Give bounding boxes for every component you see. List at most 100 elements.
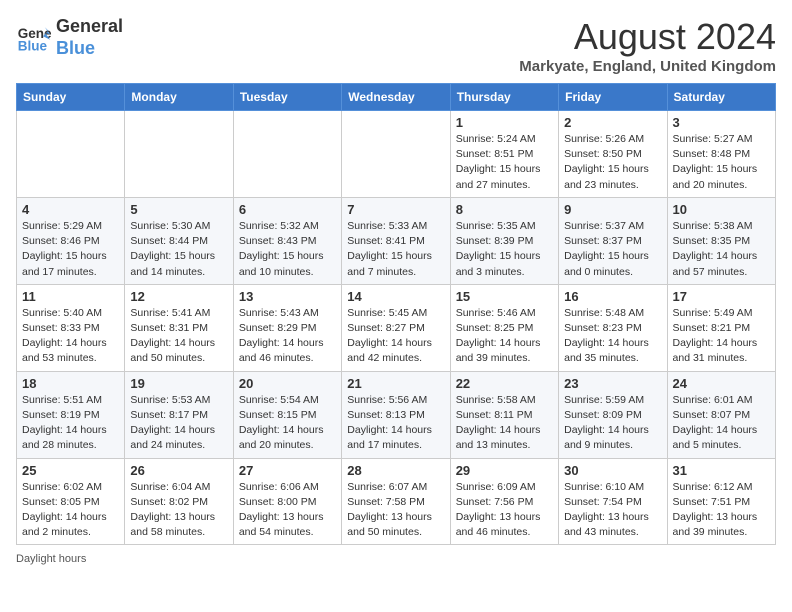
calendar-cell: 14 Sunrise: 5:45 AM Sunset: 8:27 PM Dayli… xyxy=(342,284,450,371)
day-number: 10 xyxy=(673,202,770,217)
day-detail: Sunrise: 5:49 AM Sunset: 8:21 PM Dayligh… xyxy=(673,306,770,367)
calendar-week-0: 1 Sunrise: 5:24 AM Sunset: 8:51 PM Daylig… xyxy=(17,111,776,198)
calendar-col-saturday: Saturday xyxy=(667,84,775,111)
day-number: 6 xyxy=(239,202,336,217)
day-detail: Sunrise: 5:38 AM Sunset: 8:35 PM Dayligh… xyxy=(673,219,770,280)
day-number: 1 xyxy=(456,115,553,130)
day-number: 18 xyxy=(22,376,119,391)
day-number: 15 xyxy=(456,289,553,304)
day-number: 13 xyxy=(239,289,336,304)
calendar-cell: 28Sunrise: 6:07 AM Sunset: 7:58 PM Dayli… xyxy=(342,458,450,545)
day-number: 12 xyxy=(130,289,227,304)
calendar-cell: 3 Sunrise: 5:27 AM Sunset: 8:48 PM Daylig… xyxy=(667,111,775,198)
day-detail: Sunrise: 5:51 AM Sunset: 8:19 PM Dayligh… xyxy=(22,393,119,454)
title-block: August 2024 Markyate, England, United Ki… xyxy=(519,16,776,75)
calendar-col-thursday: Thursday xyxy=(450,84,558,111)
calendar-cell: 24 Sunrise: 6:01 AM Sunset: 8:07 PM Dayli… xyxy=(667,371,775,458)
calendar-col-sunday: Sunday xyxy=(17,84,125,111)
location-subtitle: Markyate, England, United Kingdom xyxy=(519,58,776,75)
calendar-cell: 1 Sunrise: 5:24 AM Sunset: 8:51 PM Daylig… xyxy=(450,111,558,198)
calendar-cell: 10 Sunrise: 5:38 AM Sunset: 8:35 PM Dayli… xyxy=(667,197,775,284)
day-detail: Sunrise: 5:29 AM Sunset: 8:46 PM Dayligh… xyxy=(22,219,119,280)
day-detail: Sunrise: 5:43 AM Sunset: 8:29 PM Dayligh… xyxy=(239,306,336,367)
calendar-cell: 27 Sunrise: 6:06 AM Sunset: 8:00 PM Dayli… xyxy=(233,458,341,545)
calendar-cell xyxy=(233,111,341,198)
day-detail: Sunrise: 5:33 AM Sunset: 8:41 PM Dayligh… xyxy=(347,219,444,280)
calendar-cell: 17 Sunrise: 5:49 AM Sunset: 8:21 PM Dayli… xyxy=(667,284,775,371)
day-number: 9 xyxy=(564,202,661,217)
day-number: 7 xyxy=(347,202,444,217)
day-number: 25 xyxy=(22,463,119,478)
calendar-cell xyxy=(17,111,125,198)
day-detail: Sunrise: 5:24 AM Sunset: 8:51 PM Dayligh… xyxy=(456,132,553,193)
calendar-cell: 31 Sunrise: 6:12 AM Sunset: 7:51 PM Dayli… xyxy=(667,458,775,545)
calendar-cell: 8Sunrise: 5:35 AM Sunset: 8:39 PM Daylig… xyxy=(450,197,558,284)
calendar-cell: 16 Sunrise: 5:48 AM Sunset: 8:23 PM Dayli… xyxy=(559,284,667,371)
day-number: 3 xyxy=(673,115,770,130)
day-number: 14 xyxy=(347,289,444,304)
calendar-cell: 12Sunrise: 5:41 AM Sunset: 8:31 PM Dayli… xyxy=(125,284,233,371)
day-number: 31 xyxy=(673,463,770,478)
day-detail: Sunrise: 5:26 AM Sunset: 8:50 PM Dayligh… xyxy=(564,132,661,193)
day-number: 16 xyxy=(564,289,661,304)
calendar-cell: 4Sunrise: 5:29 AM Sunset: 8:46 PM Daylig… xyxy=(17,197,125,284)
footer: Daylight hours xyxy=(16,553,776,565)
calendar-cell: 25Sunrise: 6:02 AM Sunset: 8:05 PM Dayli… xyxy=(17,458,125,545)
calendar-cell: 13 Sunrise: 5:43 AM Sunset: 8:29 PM Dayli… xyxy=(233,284,341,371)
calendar-cell: 19 Sunrise: 5:53 AM Sunset: 8:17 PM Dayli… xyxy=(125,371,233,458)
day-detail: Sunrise: 5:32 AM Sunset: 8:43 PM Dayligh… xyxy=(239,219,336,280)
calendar-cell: 23 Sunrise: 5:59 AM Sunset: 8:09 PM Dayli… xyxy=(559,371,667,458)
day-number: 24 xyxy=(673,376,770,391)
day-number: 2 xyxy=(564,115,661,130)
day-detail: Sunrise: 5:59 AM Sunset: 8:09 PM Dayligh… xyxy=(564,393,661,454)
svg-text:Blue: Blue xyxy=(18,38,48,53)
day-number: 27 xyxy=(239,463,336,478)
day-detail: Sunrise: 5:27 AM Sunset: 8:48 PM Dayligh… xyxy=(673,132,770,193)
day-number: 22 xyxy=(456,376,553,391)
calendar-cell xyxy=(342,111,450,198)
day-detail: Sunrise: 5:46 AM Sunset: 8:25 PM Dayligh… xyxy=(456,306,553,367)
day-detail: Sunrise: 6:06 AM Sunset: 8:00 PM Dayligh… xyxy=(239,480,336,541)
calendar-cell: 7 Sunrise: 5:33 AM Sunset: 8:41 PM Daylig… xyxy=(342,197,450,284)
day-detail: Sunrise: 5:48 AM Sunset: 8:23 PM Dayligh… xyxy=(564,306,661,367)
day-detail: Sunrise: 6:12 AM Sunset: 7:51 PM Dayligh… xyxy=(673,480,770,541)
day-detail: Sunrise: 6:01 AM Sunset: 8:07 PM Dayligh… xyxy=(673,393,770,454)
day-number: 19 xyxy=(130,376,227,391)
day-detail: Sunrise: 6:09 AM Sunset: 7:56 PM Dayligh… xyxy=(456,480,553,541)
day-detail: Sunrise: 6:07 AM Sunset: 7:58 PM Dayligh… xyxy=(347,480,444,541)
calendar-cell xyxy=(125,111,233,198)
footer-text: Daylight hours xyxy=(16,553,86,565)
day-number: 11 xyxy=(22,289,119,304)
day-detail: Sunrise: 5:56 AM Sunset: 8:13 PM Dayligh… xyxy=(347,393,444,454)
calendar-week-1: 4Sunrise: 5:29 AM Sunset: 8:46 PM Daylig… xyxy=(17,197,776,284)
calendar-cell: 5 Sunrise: 5:30 AM Sunset: 8:44 PM Daylig… xyxy=(125,197,233,284)
day-detail: Sunrise: 5:54 AM Sunset: 8:15 PM Dayligh… xyxy=(239,393,336,454)
day-number: 23 xyxy=(564,376,661,391)
calendar-cell: 18 Sunrise: 5:51 AM Sunset: 8:19 PM Dayli… xyxy=(17,371,125,458)
calendar-cell: 9 Sunrise: 5:37 AM Sunset: 8:37 PM Daylig… xyxy=(559,197,667,284)
day-detail: Sunrise: 6:10 AM Sunset: 7:54 PM Dayligh… xyxy=(564,480,661,541)
day-detail: Sunrise: 5:45 AM Sunset: 8:27 PM Dayligh… xyxy=(347,306,444,367)
logo-icon: General Blue xyxy=(16,20,52,56)
day-number: 20 xyxy=(239,376,336,391)
logo: General Blue General Blue xyxy=(16,16,123,59)
calendar-cell: 11Sunrise: 5:40 AM Sunset: 8:33 PM Dayli… xyxy=(17,284,125,371)
calendar-col-friday: Friday xyxy=(559,84,667,111)
calendar-table: SundayMondayTuesdayWednesdayThursdayFrid… xyxy=(16,83,776,545)
calendar-week-2: 11Sunrise: 5:40 AM Sunset: 8:33 PM Dayli… xyxy=(17,284,776,371)
day-detail: Sunrise: 5:58 AM Sunset: 8:11 PM Dayligh… xyxy=(456,393,553,454)
day-detail: Sunrise: 5:30 AM Sunset: 8:44 PM Dayligh… xyxy=(130,219,227,280)
calendar-cell: 2 Sunrise: 5:26 AM Sunset: 8:50 PM Daylig… xyxy=(559,111,667,198)
calendar-cell: 15 Sunrise: 5:46 AM Sunset: 8:25 PM Dayli… xyxy=(450,284,558,371)
day-detail: Sunrise: 5:37 AM Sunset: 8:37 PM Dayligh… xyxy=(564,219,661,280)
day-detail: Sunrise: 6:04 AM Sunset: 8:02 PM Dayligh… xyxy=(130,480,227,541)
month-title: August 2024 xyxy=(519,16,776,58)
calendar-week-4: 25Sunrise: 6:02 AM Sunset: 8:05 PM Dayli… xyxy=(17,458,776,545)
day-number: 17 xyxy=(673,289,770,304)
calendar-cell: 26Sunrise: 6:04 AM Sunset: 8:02 PM Dayli… xyxy=(125,458,233,545)
calendar-col-monday: Monday xyxy=(125,84,233,111)
logo-text-blue: Blue xyxy=(56,38,123,60)
day-detail: Sunrise: 5:53 AM Sunset: 8:17 PM Dayligh… xyxy=(130,393,227,454)
day-number: 5 xyxy=(130,202,227,217)
calendar-col-wednesday: Wednesday xyxy=(342,84,450,111)
